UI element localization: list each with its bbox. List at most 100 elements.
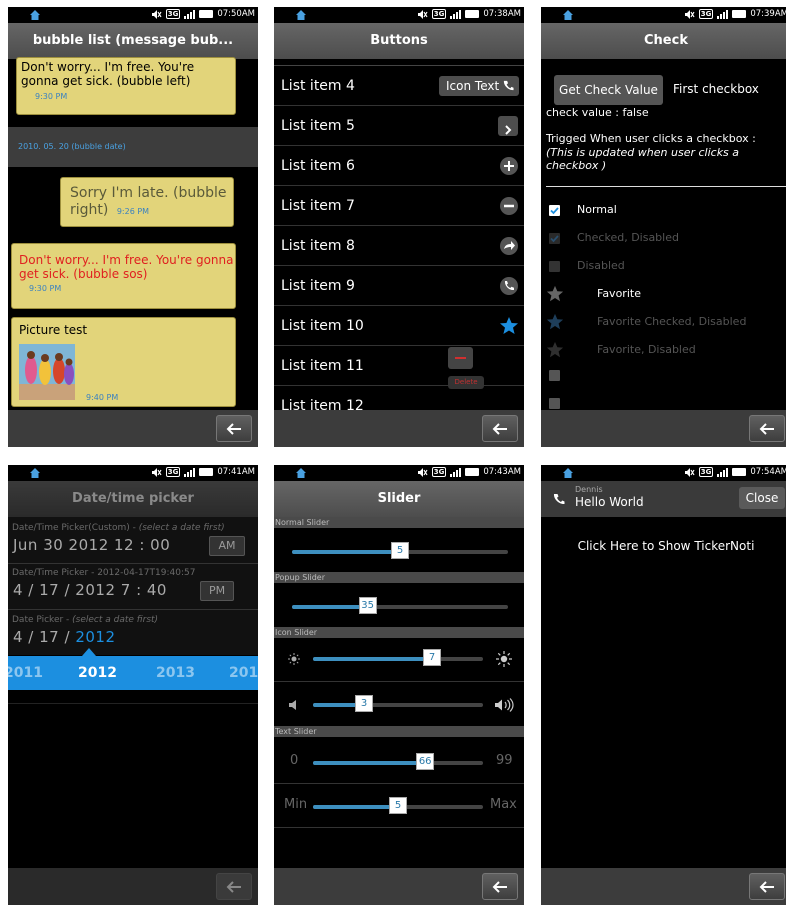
- date-picker-value[interactable]: 4 / 17 / 2012: [13, 628, 116, 646]
- page-title: Check: [541, 23, 786, 59]
- bubble-picture[interactable]: Picture test 9:40 PM: [11, 317, 236, 407]
- list-item[interactable]: List item 10: [274, 306, 524, 346]
- brightness-slider[interactable]: 7: [313, 649, 483, 666]
- back-button[interactable]: [216, 873, 252, 900]
- custom-picker-label: Date/Time Picker(Custom) - (select a dat…: [12, 523, 225, 533]
- back-button[interactable]: [216, 415, 252, 442]
- year-option[interactable]: 2014: [229, 656, 258, 690]
- list-item[interactable]: List item 8: [274, 226, 524, 266]
- page-title: bubble list (message bub...: [8, 23, 258, 59]
- year-option[interactable]: 2013: [156, 656, 195, 690]
- year-selector[interactable]: 2011 2012 2013 2014: [8, 656, 258, 690]
- bottom-bar: [274, 410, 524, 447]
- bubble-left[interactable]: Don't worry... I'm free. You're gonna ge…: [16, 57, 236, 115]
- back-arrow-icon: [759, 881, 774, 893]
- bubble-list-screen: 3G 07:50AM bubble list (message bub... D…: [8, 7, 258, 447]
- back-button[interactable]: [482, 415, 518, 442]
- am-pm-button[interactable]: PM: [200, 581, 234, 601]
- back-arrow-icon: [226, 423, 241, 435]
- slider-max-text: 99: [496, 753, 513, 768]
- checkbox-label: Favorite, Disabled: [597, 343, 696, 356]
- back-arrow-icon: [492, 881, 507, 893]
- custom-picker-value[interactable]: Jun 30 2012 12 : 00: [13, 536, 170, 554]
- status-bar: 3G 07:43AM: [274, 465, 524, 481]
- popup-slider[interactable]: 35: [292, 597, 508, 614]
- checkbox-label: Favorite: [597, 287, 641, 300]
- checkbox-normal[interactable]: [549, 205, 560, 216]
- star-icon[interactable]: [499, 316, 519, 336]
- back-button[interactable]: [482, 873, 518, 900]
- clock: 07:41AM: [217, 467, 255, 477]
- phone-icon[interactable]: [499, 276, 519, 296]
- text-slider-minmax[interactable]: 5: [313, 797, 483, 814]
- icon-text-button[interactable]: Icon Text: [439, 76, 519, 96]
- normal-slider[interactable]: 5: [292, 542, 508, 559]
- list-item[interactable]: List item 5: [274, 106, 524, 146]
- list-item[interactable]: List item 7: [274, 186, 524, 226]
- plus-icon[interactable]: [499, 156, 519, 176]
- bubble-time: 9:30 PM: [29, 284, 62, 293]
- phone-icon: [553, 494, 565, 505]
- signal-icon: [717, 467, 729, 477]
- list-item[interactable]: List item 4 Icon Text: [274, 66, 524, 106]
- minus-icon[interactable]: [499, 196, 519, 216]
- clock: 07:38AM: [483, 9, 521, 19]
- list-item[interactable]: List item 6: [274, 146, 524, 186]
- slider-max-text: Max: [490, 797, 517, 812]
- home-icon: [30, 10, 40, 20]
- slider-handle[interactable]: 35: [358, 597, 377, 614]
- battery-icon: [199, 10, 214, 18]
- slider-handle[interactable]: 5: [389, 797, 407, 814]
- picture-thumbnail: [19, 344, 75, 400]
- signal-icon: [450, 467, 462, 477]
- divider: [546, 186, 786, 187]
- section-header: Popup Slider: [274, 572, 524, 583]
- phone-icon: [503, 80, 514, 91]
- am-pm-button[interactable]: AM: [209, 536, 245, 556]
- network-3g-icon: 3G: [165, 467, 181, 477]
- bubble-sos[interactable]: Don't worry... I'm free. You're gonna ge…: [11, 243, 236, 309]
- battery-icon: [465, 10, 480, 18]
- list-item[interactable]: List item 9: [274, 266, 524, 306]
- back-arrow-icon: [226, 881, 241, 893]
- clock: 07:43AM: [483, 467, 521, 477]
- get-check-value-button[interactable]: Get Check Value: [554, 75, 663, 105]
- section-header: Normal Slider: [274, 517, 524, 528]
- ticker-notification[interactable]: Dennis Hello World Close: [541, 481, 786, 517]
- text-slider[interactable]: 66: [313, 753, 483, 770]
- year-option-selected[interactable]: 2012: [78, 656, 117, 690]
- mute-icon: [684, 9, 695, 19]
- page-title: Slider: [274, 481, 524, 517]
- clock: 07:50AM: [217, 9, 255, 19]
- slider-min-text: Min: [284, 797, 308, 812]
- slider-handle[interactable]: 7: [423, 649, 441, 666]
- datetime-picker-value[interactable]: 4 / 17 / 2012 7 : 40: [13, 581, 167, 599]
- checkbox-label: Normal: [577, 203, 617, 216]
- back-arrow-icon: [492, 423, 507, 435]
- forward-arrow-icon[interactable]: [499, 236, 519, 256]
- checkbox-empty[interactable]: [549, 398, 560, 409]
- checkbox-empty[interactable]: [549, 370, 560, 381]
- remove-button[interactable]: [448, 347, 473, 369]
- favorite-star-icon[interactable]: [546, 285, 564, 303]
- year-option[interactable]: 2011: [8, 656, 43, 690]
- back-button[interactable]: [749, 873, 785, 900]
- slider-handle[interactable]: 5: [391, 542, 409, 559]
- back-button[interactable]: [749, 415, 785, 442]
- list-item[interactable]: List item 11 Delete: [274, 346, 524, 389]
- page-title: Buttons: [274, 23, 524, 59]
- bottom-bar: [8, 868, 258, 905]
- picker-area: Date/Time Picker(Custom) - (select a dat…: [8, 517, 258, 655]
- bubble-right[interactable]: Sorry I'm late. (bubble right) 9:26 PM: [60, 177, 234, 227]
- volume-slider[interactable]: 3: [313, 695, 483, 712]
- back-arrow-icon: [759, 423, 774, 435]
- slider-handle[interactable]: 3: [355, 695, 373, 712]
- chevron-right-button[interactable]: [498, 116, 518, 136]
- status-bar: 3G 07:39AM: [541, 7, 786, 23]
- close-button[interactable]: Close: [739, 487, 785, 509]
- status-bar: 3G 07:50AM: [8, 7, 258, 23]
- slider-handle[interactable]: 66: [416, 753, 435, 770]
- show-ticker-button[interactable]: Click Here to Show TickerNoti: [541, 539, 786, 553]
- chevron-right-icon: [505, 125, 512, 135]
- slider-fill: [292, 550, 400, 554]
